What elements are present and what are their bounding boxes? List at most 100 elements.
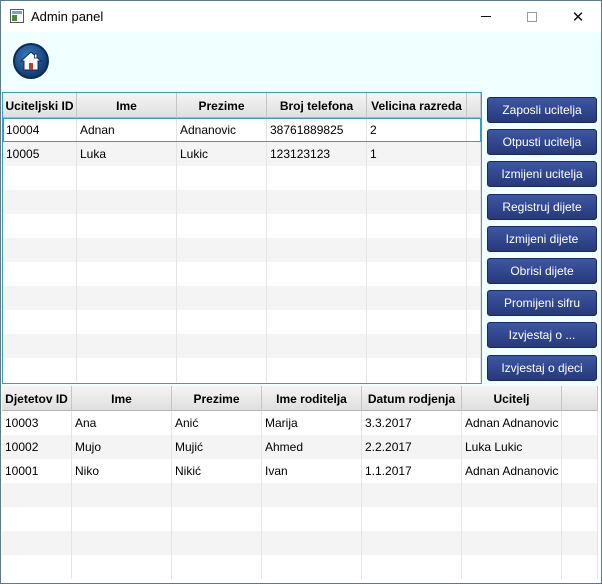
action-button[interactable]: Registruj dijete: [487, 194, 597, 220]
minimize-button[interactable]: [463, 1, 509, 32]
teachers-table-cell: [77, 190, 177, 214]
children-table-cell: [562, 507, 598, 531]
children-table-cell: [362, 483, 462, 507]
maximize-icon: [527, 11, 537, 22]
children-column-header[interactable]: Datum rodjenja: [362, 386, 462, 411]
action-button[interactable]: Izvjestaj o ...: [487, 322, 597, 348]
action-button[interactable]: Zaposli ucitelja: [487, 97, 597, 123]
home-button[interactable]: [13, 43, 49, 79]
teachers-table-cell: [177, 190, 267, 214]
teachers-table-cell: [3, 238, 77, 262]
window-title: Admin panel: [31, 9, 104, 24]
children-table-header: Djetetov ID Ime Prezime Ime roditelja Datum …: [2, 386, 598, 411]
action-button[interactable]: Obrisi dijete: [487, 258, 597, 284]
teachers-table-row[interactable]: [3, 166, 481, 190]
teachers-table-cell: [177, 358, 267, 382]
teachers-table-cell: [467, 286, 481, 310]
teachers-table-row[interactable]: 10004 Adnan Adnanovic 38761889825 2: [3, 118, 481, 142]
children-column-header[interactable]: Prezime: [172, 386, 262, 411]
children-table-cell: [72, 531, 172, 555]
children-table-cell: 10003: [2, 411, 72, 435]
teachers-column-header[interactable]: Prezime: [177, 93, 267, 118]
teachers-table-row[interactable]: [3, 190, 481, 214]
children-table-row[interactable]: [2, 483, 598, 507]
children-table-cell: [362, 507, 462, 531]
teachers-table-row[interactable]: [3, 358, 481, 382]
teachers-table-cell: [77, 310, 177, 334]
children-table-cell: [562, 435, 598, 459]
children-table-cell: [462, 555, 562, 579]
teachers-table-cell: [77, 334, 177, 358]
teachers-table-row[interactable]: [3, 286, 481, 310]
children-table-row[interactable]: [2, 507, 598, 531]
children-table-cell: [562, 483, 598, 507]
teachers-table-row[interactable]: 10005 Luka Lukic 123123123 1: [3, 142, 481, 166]
teachers-column-header[interactable]: Velicina razreda: [367, 93, 467, 118]
children-table-cell: Anić: [172, 411, 262, 435]
teachers-table-cell: 38761889825: [267, 118, 367, 142]
teachers-table-cell: [467, 358, 481, 382]
teachers-table-cell: [267, 190, 367, 214]
children-table-cell: [362, 555, 462, 579]
teachers-table-cell: [267, 214, 367, 238]
teachers-table-cell: 10004: [3, 118, 77, 142]
action-button[interactable]: Izmijeni dijete: [487, 226, 597, 252]
teachers-table-cell: [367, 190, 467, 214]
teachers-column-header[interactable]: Broj telefona: [267, 93, 367, 118]
action-button[interactable]: Izmijeni ucitelja: [487, 161, 597, 187]
teachers-table-cell: [77, 262, 177, 286]
teachers-table-row[interactable]: [3, 238, 481, 262]
children-column-header[interactable]: Ime: [72, 386, 172, 411]
teachers-table-cell: [3, 166, 77, 190]
action-button[interactable]: Otpusti ucitelja: [487, 129, 597, 155]
children-table-cell: [72, 507, 172, 531]
children-table-row[interactable]: 10001 Niko Nikić Ivan 1.1.2017 Adnan Adnanovi…: [2, 459, 598, 483]
teachers-table-row[interactable]: [3, 214, 481, 238]
teachers-table-cell: [467, 166, 481, 190]
children-column-header[interactable]: Ime roditelja: [262, 386, 362, 411]
children-table-cell: Ahmed: [262, 435, 362, 459]
children-table-row[interactable]: [2, 531, 598, 555]
teachers-table-row[interactable]: [3, 262, 481, 286]
children-table-cell: [262, 555, 362, 579]
teachers-table-cell: [267, 286, 367, 310]
teachers-table-cell: 123123123: [267, 142, 367, 166]
children-column-header[interactable]: Djetetov ID: [2, 386, 72, 411]
action-button[interactable]: Promijeni sifru: [487, 290, 597, 316]
teachers-table-cell: [467, 310, 481, 334]
close-button[interactable]: ✕: [555, 1, 601, 32]
maximize-button[interactable]: [509, 1, 555, 32]
children-table-row[interactable]: 10002 Mujo Mujić Ahmed 2.2.2017 Luka Lukic: [2, 435, 598, 459]
teachers-table-cell: [177, 166, 267, 190]
teachers-table-cell: [367, 166, 467, 190]
teachers-table-cell: Adnan: [77, 118, 177, 142]
children-table-cell: [2, 483, 72, 507]
action-button[interactable]: Izvjestaj o djeci: [487, 355, 597, 381]
teachers-column-header[interactable]: Ime: [77, 93, 177, 118]
teachers-table-cell: [77, 166, 177, 190]
teachers-table-row[interactable]: [3, 310, 481, 334]
children-table-cell: [562, 411, 598, 435]
children-table-cell: Ivan: [262, 459, 362, 483]
teachers-table-cell: [177, 262, 267, 286]
teachers-table[interactable]: Uciteljski ID Ime Prezime Broj telefona Veli…: [2, 92, 482, 384]
children-table-cell: [262, 483, 362, 507]
teachers-table-cell: [367, 334, 467, 358]
children-table-cell: [172, 531, 262, 555]
teachers-table-cell: Luka: [77, 142, 177, 166]
children-table-row[interactable]: 10003 Ana Anić Marija 3.3.2017 Adnan Adnanovi…: [2, 411, 598, 435]
teachers-table-cell: [3, 214, 77, 238]
children-table-row[interactable]: [2, 555, 598, 579]
children-table-cell: Marija: [262, 411, 362, 435]
teachers-column-header[interactable]: Uciteljski ID: [3, 93, 77, 118]
teachers-table-cell: [77, 238, 177, 262]
teachers-table-cell: [467, 118, 481, 142]
teachers-table-cell: [267, 166, 367, 190]
children-table-cell: 10001: [2, 459, 72, 483]
teachers-table-cell: [177, 334, 267, 358]
children-column-header[interactable]: Ucitelj: [462, 386, 562, 411]
children-table[interactable]: Djetetov ID Ime Prezime Ime roditelja Datum …: [2, 386, 600, 583]
teachers-table-row[interactable]: [3, 334, 481, 358]
close-icon: ✕: [571, 8, 585, 26]
minimize-icon: [481, 16, 491, 17]
